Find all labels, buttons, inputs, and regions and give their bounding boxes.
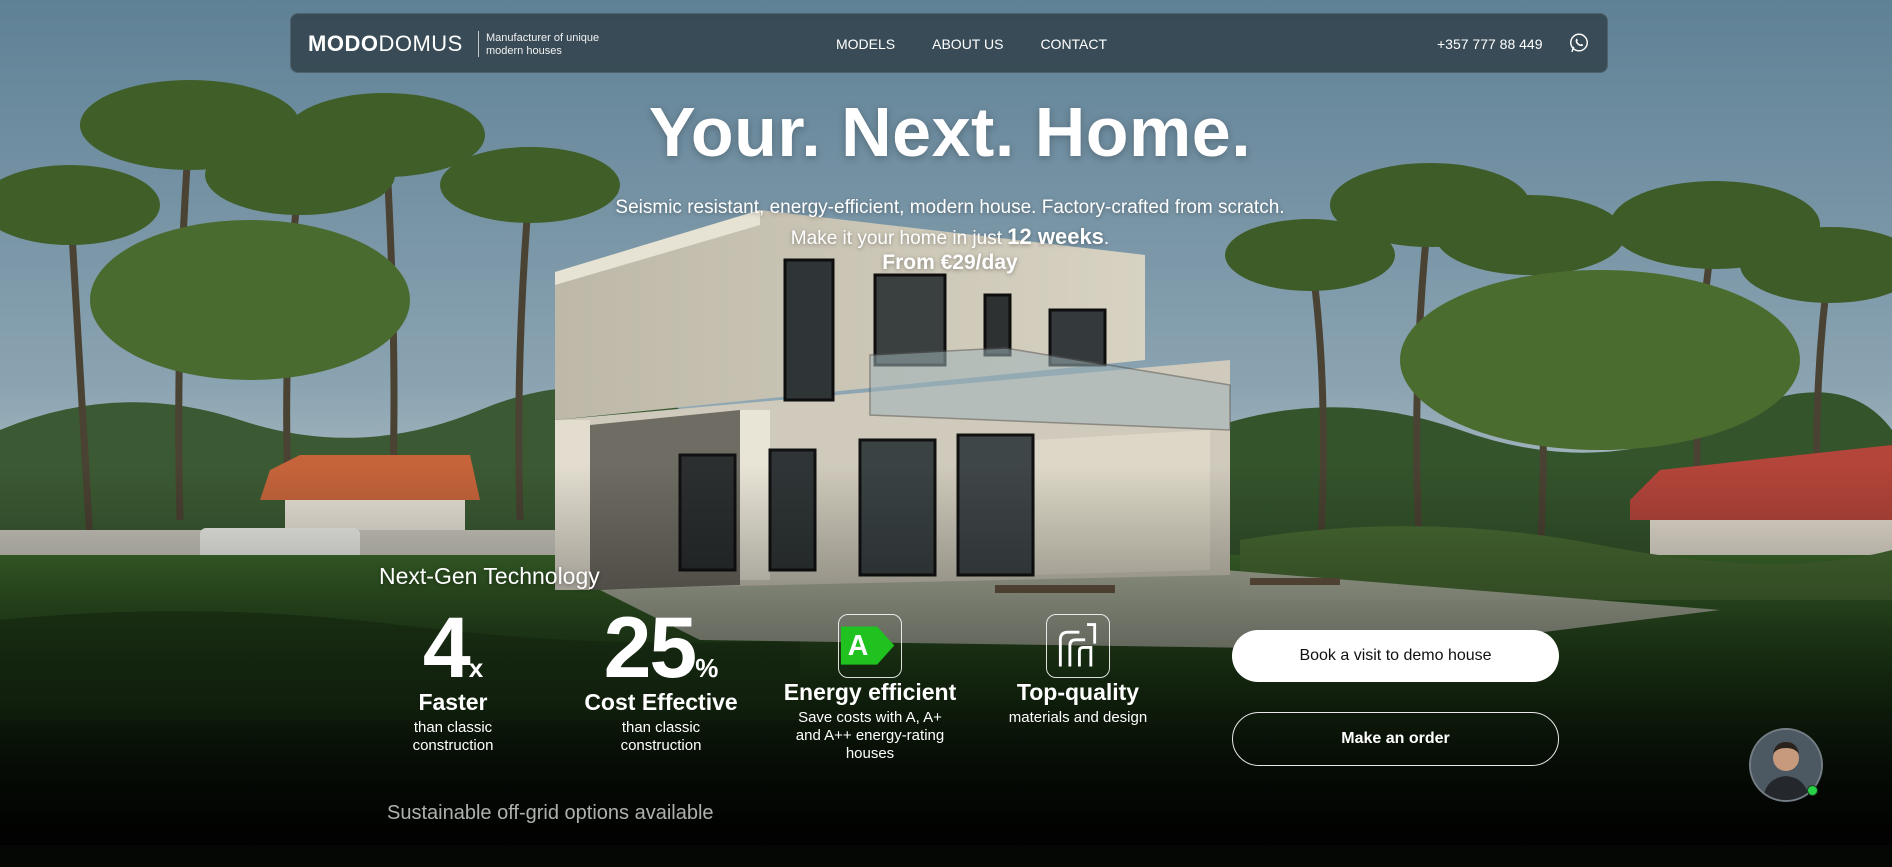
- feature-faster-number: 4x: [393, 605, 513, 691]
- energy-rating-a-icon: A: [838, 614, 902, 678]
- hero-subtitle: Seismic resistant, energy-efficient, mod…: [0, 193, 1892, 253]
- main-nav: MODELS ABOUT US CONTACT: [836, 36, 1107, 52]
- feature-cost-value: 25: [603, 600, 698, 696]
- hero-subtitle-suffix: .: [1103, 228, 1110, 249]
- feature-faster-title: Faster: [418, 689, 488, 715]
- feature-faster: 4x Faster than classic construction: [393, 605, 513, 755]
- feature-cost-effective: 25% Cost Effective than classic construc…: [580, 605, 742, 755]
- book-visit-button[interactable]: Book a visit to demo house: [1232, 630, 1559, 682]
- offgrid-note: Sustainable off-grid options available: [387, 802, 714, 824]
- hero-title: Your. Next. Home.: [648, 93, 1252, 171]
- tech-heading: Next-Gen Technology: [379, 563, 600, 589]
- feature-cost-title: Cost Effective: [584, 689, 738, 715]
- hero-price: From €29/day: [882, 251, 1018, 274]
- feature-faster-suffix: x: [468, 653, 484, 683]
- feature-energy-efficient: A Energy efficient Save costs with A, A+…: [780, 608, 960, 763]
- brand-tagline: Manufacturer of unique modern houses: [486, 32, 600, 57]
- feature-cost-desc: than classic construction: [620, 719, 702, 754]
- site-header: MODODOMUS Manufacturer of unique modern …: [290, 13, 1608, 73]
- feature-energy-title: Energy efficient: [783, 679, 957, 705]
- feature-cost-suffix: %: [695, 653, 719, 683]
- hero-subtitle-weeks: 12 weeks: [1007, 224, 1104, 249]
- online-status-dot: [1807, 785, 1818, 796]
- logo-part-2: DOMUS: [378, 31, 463, 56]
- feature-faster-desc: than classic construction: [412, 719, 494, 754]
- whatsapp-icon[interactable]: [1568, 32, 1590, 54]
- energy-rating-letter: A: [848, 630, 869, 662]
- hero-subtitle-line-1: Seismic resistant, energy-efficient, mod…: [615, 197, 1285, 218]
- page-bottom-strip: [0, 845, 1892, 867]
- feature-energy-desc: Save costs with A, A+ and A++ energy-rat…: [795, 709, 945, 762]
- nav-item-contact[interactable]: CONTACT: [1040, 36, 1107, 52]
- nav-item-models[interactable]: MODELS: [836, 36, 895, 52]
- feature-quality-desc: materials and design: [1008, 709, 1148, 726]
- brand-logo[interactable]: MODODOMUS: [308, 31, 463, 57]
- feature-cost-number: 25%: [580, 605, 742, 691]
- feature-faster-value: 4: [422, 600, 471, 696]
- logo-part-1: MODO: [308, 31, 379, 56]
- hero-subtitle-prefix: Make it your home in just: [790, 228, 1008, 249]
- make-order-button[interactable]: Make an order: [1232, 712, 1559, 766]
- nav-item-about-us[interactable]: ABOUT US: [932, 36, 1003, 52]
- phone-number-link[interactable]: +357 777 88 449: [1437, 36, 1543, 52]
- feature-quality-title: Top-quality: [1016, 679, 1140, 705]
- hero-subtitle-line-2: Make it your home in just 12 weeks.: [0, 222, 1892, 253]
- logo-divider: [478, 31, 479, 57]
- feature-top-quality: Top-quality materials and design: [996, 608, 1160, 727]
- page: MODODOMUS Manufacturer of unique modern …: [0, 0, 1892, 867]
- quality-icon: [1046, 614, 1110, 678]
